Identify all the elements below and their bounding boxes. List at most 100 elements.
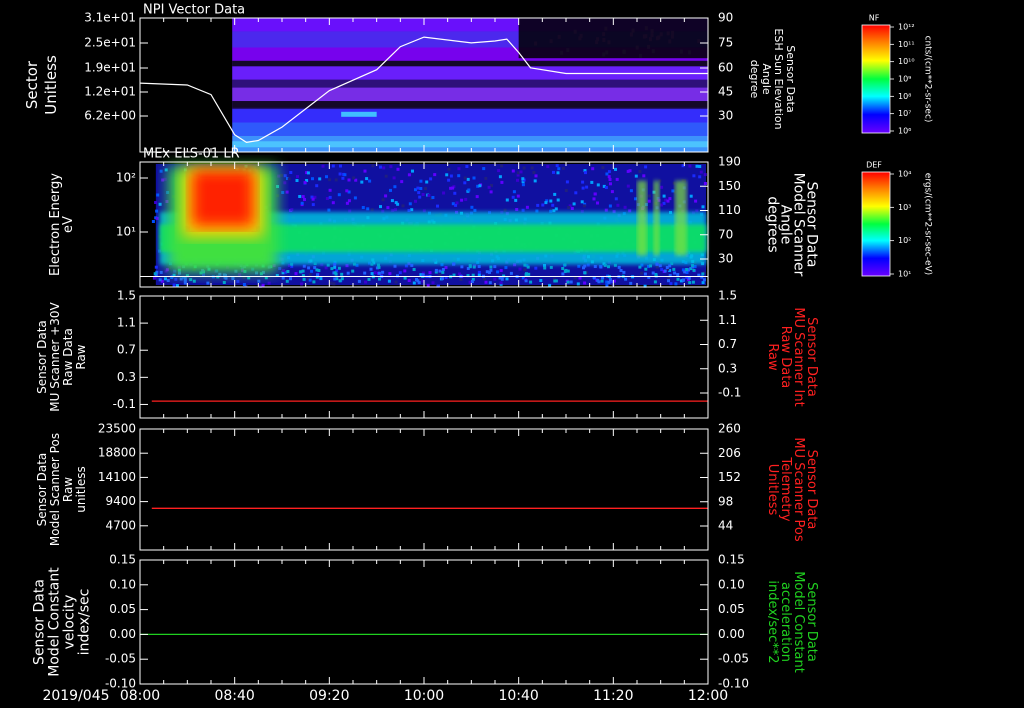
els-noise-speckle (419, 187, 423, 190)
els-noise-speckle (539, 279, 543, 282)
els-noise-speckle (604, 186, 608, 189)
y-tick-label-left: 1.5 (117, 289, 136, 303)
y-axis-label-left: Model Scanner Pos (48, 433, 62, 546)
els-boundary-speckle (691, 280, 695, 284)
els-noise-speckle (703, 173, 707, 177)
els-noise-speckle (694, 199, 698, 203)
els-boundary-speckle (441, 270, 445, 274)
colorbar-tick-label: 10⁴ (898, 170, 911, 179)
els-noise-speckle (347, 178, 351, 182)
els-noise-speckle (387, 279, 391, 283)
npi-heatmap-dark-band (232, 101, 709, 108)
els-noise-speckle (522, 166, 526, 170)
els-boundary-speckle (527, 272, 531, 276)
els-noise-speckle (634, 174, 638, 178)
y-tick-label-right: 110 (718, 203, 741, 217)
els-noise-speckle (389, 165, 393, 169)
els-boundary-speckle (663, 269, 667, 273)
colorbar-def (861, 171, 891, 277)
els-boundary-speckle (281, 276, 285, 280)
y-tick-label-right: 0.7 (718, 337, 737, 351)
els-noise-speckle (698, 175, 702, 179)
npi-heatmap-dark-band (232, 60, 709, 67)
els-noise-speckle (505, 277, 509, 281)
els-noise-speckle (592, 197, 596, 201)
y-tick-label-left: -0.1 (113, 397, 136, 411)
els-noise-speckle (370, 208, 374, 212)
els-boundary-speckle (460, 265, 464, 269)
colorbar-unit: cnts/(cm**2-sr-sec) (923, 36, 933, 123)
colorbar-nf (861, 24, 891, 134)
els-boundary-speckle (346, 271, 350, 275)
els-boundary-speckle (524, 273, 528, 277)
y-tick-label-right: 60 (718, 61, 733, 75)
els-noise-speckle (310, 269, 314, 273)
els-noise-speckle (283, 174, 287, 178)
els-noise-speckle (608, 204, 612, 208)
els-noise-speckle (605, 172, 609, 176)
els-noise-speckle (541, 203, 545, 207)
els-boundary-speckle (381, 270, 385, 274)
els-noise-speckle (590, 180, 594, 184)
els-noise-speckle (365, 177, 369, 181)
els-noise-speckle (151, 220, 155, 223)
els-boundary-speckle (617, 265, 621, 269)
els-noise-speckle (294, 272, 298, 276)
els-boundary-speckle (651, 271, 655, 275)
els-noise-speckle (591, 167, 595, 171)
els-noise-speckle (512, 190, 516, 194)
els-boundary-speckle (218, 272, 222, 276)
time-tick-label: 08:00 (120, 688, 160, 704)
els-boundary-speckle (668, 264, 672, 268)
els-boundary-speckle (613, 263, 617, 267)
colorbar-tick-label: 10¹⁰ (898, 57, 915, 66)
els-noise-speckle (431, 281, 435, 285)
els-noise-speckle (466, 177, 470, 181)
els-noise-speckle (478, 184, 482, 188)
time-tick-label: 12:00 (688, 688, 728, 704)
colorbar-tick-label: 10⁶ (898, 127, 911, 136)
els-noise-speckle (519, 170, 523, 174)
els-noise-speckle (449, 186, 453, 190)
y-tick-label-left: 0.10 (109, 577, 136, 591)
els-boundary-speckle (438, 269, 442, 273)
els-noise-speckle (382, 166, 386, 170)
els-noise-speckle (544, 201, 548, 205)
els-boundary-speckle (488, 270, 491, 274)
els-noise-speckle (411, 169, 414, 173)
colorbar-tick-label: 10⁸ (898, 92, 911, 101)
els-boundary-speckle (687, 276, 691, 280)
els-boundary-speckle (434, 268, 438, 272)
els-boundary-speckle (301, 269, 305, 273)
els-boundary-speckle (553, 279, 557, 283)
els-noise-speckle (449, 174, 453, 178)
y-axis-label-left: Sensor Data (32, 579, 48, 665)
els-noise-speckle (370, 272, 374, 276)
els-boundary-speckle (489, 265, 493, 269)
y-tick-label-right: 1.5 (718, 289, 737, 303)
els-noise-speckle (164, 277, 167, 281)
els-boundary-speckle (440, 277, 444, 281)
els-noise-speckle (345, 201, 349, 205)
els-boundary-speckle (607, 280, 611, 284)
els-noise-speckle (534, 174, 538, 178)
els-boundary-speckle (353, 262, 356, 266)
els-noise-speckle (518, 267, 522, 271)
els-noise-speckle (557, 167, 561, 171)
els-noise-speckle (634, 197, 637, 201)
els-boundary-speckle (607, 265, 610, 269)
els-boundary-speckle (316, 273, 319, 277)
els-noise-speckle (642, 174, 646, 178)
els-noise-speckle (496, 270, 500, 274)
y-tick-label-right: 206 (718, 446, 741, 460)
els-noise-speckle (394, 201, 398, 205)
y-tick-label-left: 2.5e+01 (84, 36, 136, 50)
colorbar-label: NF (869, 14, 880, 23)
els-noise-speckle (401, 204, 405, 208)
els-spike (674, 180, 687, 256)
els-noise-speckle (267, 281, 271, 285)
y-axis-label-right: degrees (765, 196, 781, 252)
els-boundary-speckle (259, 272, 263, 276)
y-tick-label-left: 1.1 (117, 316, 136, 330)
els-noise-speckle (671, 189, 675, 193)
